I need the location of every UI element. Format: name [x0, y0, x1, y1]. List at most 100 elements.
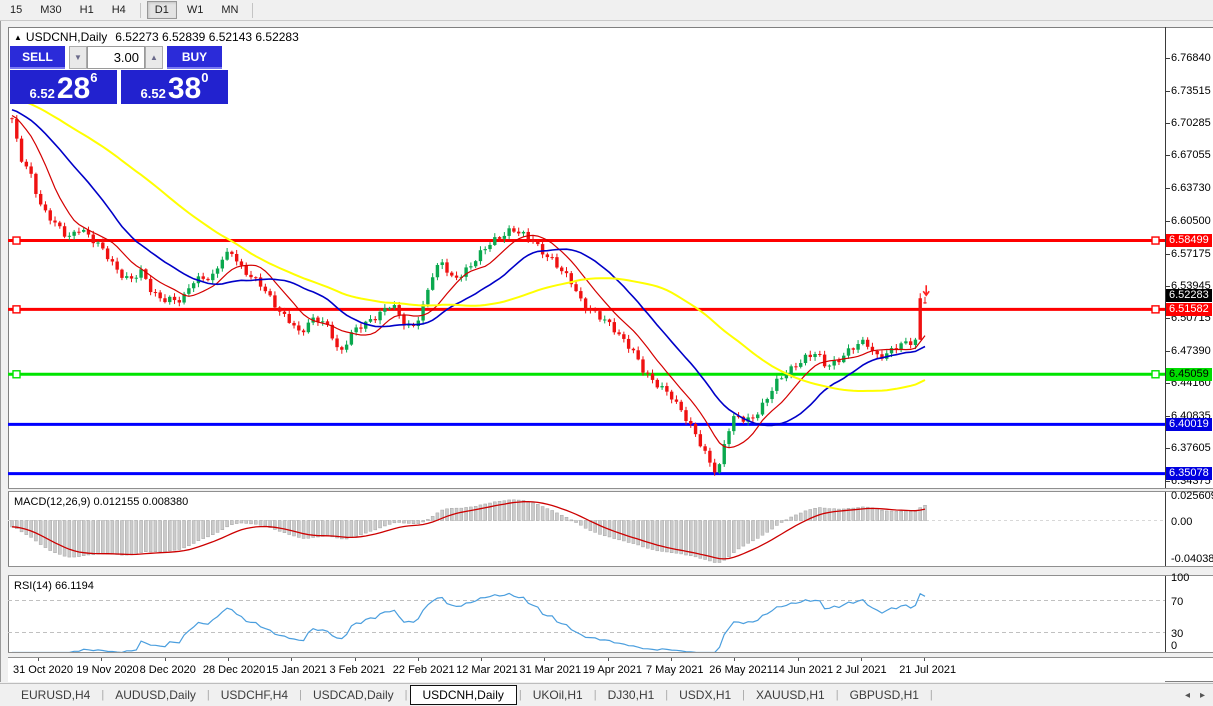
price-tick-mark [1165, 480, 1170, 482]
rsi-axis-label: 0 [1171, 640, 1178, 652]
candle-body [851, 348, 855, 350]
candle-body [225, 251, 229, 260]
candle-body [827, 365, 832, 367]
candle-body [301, 330, 306, 333]
candle-body [856, 344, 860, 350]
macd-histogram-bar [765, 520, 770, 533]
tab-ukoil-h1[interactable]: UKOil,H1 [524, 686, 592, 704]
date-label: 28 Dec 2020 [202, 664, 266, 676]
tab-nav-left-icon[interactable]: ◂ [1185, 690, 1190, 701]
date-label: 15 Jan 2021 [266, 664, 327, 676]
date-tick-mark [164, 658, 166, 661]
candle-body [24, 161, 29, 167]
line-handle[interactable] [1151, 236, 1160, 245]
candle-body [684, 410, 688, 421]
candle-body [292, 322, 296, 326]
volume-input[interactable] [87, 46, 145, 69]
macd-histogram-bar [249, 520, 253, 525]
candle-body [91, 234, 95, 244]
macd-histogram-bar [29, 520, 33, 538]
macd-histogram-bar [617, 520, 621, 541]
timeframe-button-mn[interactable]: MN [213, 1, 246, 19]
timeframe-button-h1[interactable]: H1 [72, 1, 102, 19]
timeframe-button-w1[interactable]: W1 [179, 1, 212, 19]
candle-body [359, 327, 363, 329]
macd-histogram-bar [191, 520, 196, 544]
tab-eurusd-h4[interactable]: EURUSD,H4 [12, 686, 99, 704]
candle-body [450, 272, 454, 276]
macd-histogram-bar [545, 508, 550, 521]
candle-body [153, 292, 158, 294]
tab-usdchf-h4[interactable]: USDCHF,H4 [212, 686, 297, 704]
macd-histogram-bar [292, 520, 296, 537]
macd-histogram-bar [445, 508, 449, 521]
volume-decrease-button[interactable]: ▼ [69, 46, 87, 69]
candle-body [899, 343, 903, 350]
buy-price-display[interactable]: 6.52 38 0 [121, 70, 228, 104]
macd-histogram-bar [225, 520, 229, 528]
macd-histogram-bar [167, 520, 172, 552]
macd-histogram-bar [722, 520, 726, 561]
volume-increase-button[interactable]: ▲ [145, 46, 163, 69]
macd-histogram-bar [803, 510, 808, 521]
price-tick-label: 6.63730 [1171, 182, 1211, 195]
candle-body [201, 276, 205, 279]
date-label: 31 Oct 2020 [13, 664, 73, 676]
macd-histogram-bar [679, 520, 683, 555]
candle-body [512, 228, 516, 232]
timeframe-button-m30[interactable]: M30 [32, 1, 69, 19]
line-handle[interactable] [12, 236, 21, 245]
candle-body [421, 304, 425, 321]
macd-histogram-bar [120, 520, 124, 556]
candle-body [125, 276, 129, 278]
tab-usdcad-daily[interactable]: USDCAD,Daily [304, 686, 403, 704]
date-tick-mark [671, 658, 672, 661]
tab-gbpusd-h1[interactable]: GBPUSD,H1 [841, 686, 928, 704]
candle-body [813, 353, 817, 358]
tab-separator: | [835, 689, 839, 701]
macd-histogram-bar [354, 520, 358, 537]
tab-nav-right-icon[interactable]: ▸ [1200, 690, 1205, 701]
rsi-line [12, 592, 926, 652]
rsi-chart-canvas[interactable] [8, 576, 1165, 652]
date-label: 31 Mar 2021 [519, 664, 582, 676]
macd-histogram-bar [406, 520, 411, 524]
candle-body [234, 253, 239, 262]
rsi-splitter[interactable] [8, 566, 1213, 576]
macd-axis-label: -0.040386 [1171, 553, 1213, 565]
tab-dj30-h1[interactable]: DJ30,H1 [599, 686, 664, 704]
line-handle[interactable] [1151, 370, 1160, 379]
price-tick-label: 6.73515 [1171, 85, 1211, 98]
line-handle[interactable] [12, 370, 21, 379]
candle-body [636, 350, 640, 360]
tab-usdx-h1[interactable]: USDX,H1 [670, 686, 740, 704]
tab-audusd-daily[interactable]: AUDUSD,Daily [106, 686, 205, 704]
tab-usdcnh-daily[interactable]: USDCNH,Daily [409, 685, 517, 705]
buy-button[interactable]: BUY [167, 46, 222, 69]
timeframe-button-15[interactable]: 15 [2, 1, 30, 19]
price-tag-6.35078: 6.35078 [1166, 467, 1212, 481]
macd-histogram-bar [493, 501, 497, 521]
candle-body [478, 250, 483, 262]
timeframe-button-d1[interactable]: D1 [146, 1, 177, 19]
macd-histogram-bar [488, 502, 492, 521]
macd-histogram-bar [115, 520, 119, 555]
macd-histogram-bar [148, 520, 153, 553]
macd-splitter[interactable] [8, 488, 1213, 492]
line-handle[interactable] [12, 305, 21, 314]
macd-histogram-bar [626, 520, 631, 543]
candle-body [646, 372, 650, 374]
collapse-arrow-icon[interactable]: ▲ [14, 33, 22, 42]
candle-body [473, 261, 478, 267]
tab-xauusd-h1[interactable]: XAUUSD,H1 [747, 686, 834, 704]
candle-body [775, 378, 779, 391]
macd-histogram-bar [373, 520, 378, 531]
sell-button[interactable]: SELL [10, 46, 65, 69]
sell-price-display[interactable]: 6.52 28 6 [10, 70, 117, 104]
candle-body [665, 386, 669, 392]
tab-separator: | [665, 689, 669, 701]
candle-body [277, 307, 282, 312]
timeframe-button-h4[interactable]: H4 [104, 1, 134, 19]
line-handle[interactable] [1151, 305, 1160, 314]
candle-body [10, 118, 14, 120]
